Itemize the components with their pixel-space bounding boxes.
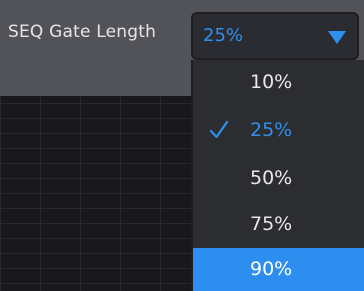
checkmark-icon (209, 120, 229, 139)
parameter-label: SEQ Gate Length (8, 22, 157, 42)
dropdown-options-list: 10% 25% 50% 75% 90% (191, 60, 364, 291)
gate-length-dropdown[interactable]: 25% (191, 12, 359, 60)
option-label: 75% (250, 213, 293, 235)
option-label: 25% (250, 119, 293, 141)
option-item-selected[interactable]: 25% (193, 110, 364, 152)
option-label: 50% (250, 167, 293, 189)
option-item-highlighted[interactable]: 90% (193, 248, 364, 291)
dropdown-current-value: 25% (203, 25, 244, 46)
option-item[interactable]: 75% (193, 204, 364, 246)
option-item[interactable]: 50% (193, 158, 364, 200)
option-label: 10% (250, 71, 293, 93)
triangle-down-icon (328, 31, 346, 44)
option-label: 90% (250, 258, 293, 280)
option-item[interactable]: 10% (193, 62, 364, 104)
